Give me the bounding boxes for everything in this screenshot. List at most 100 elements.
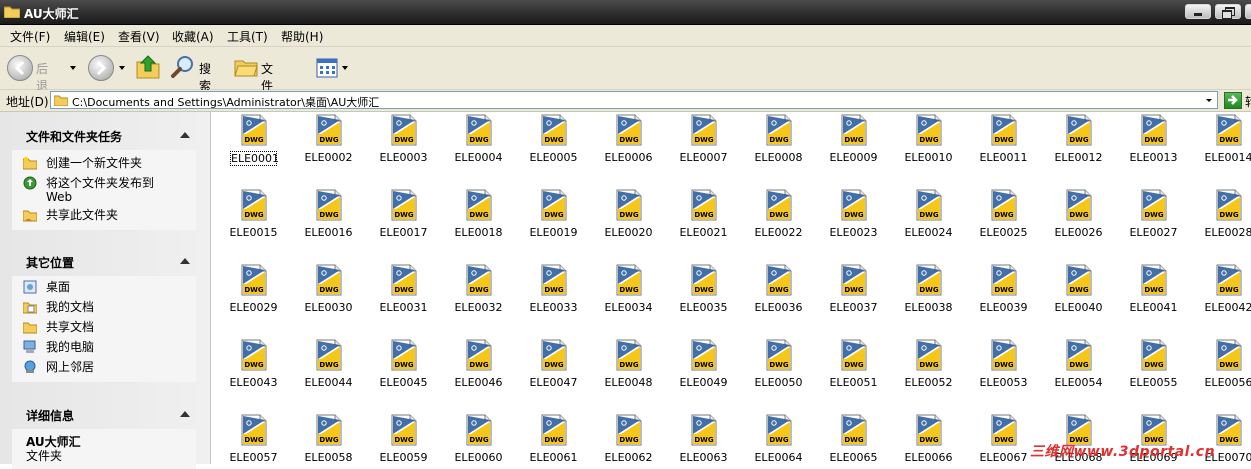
section-header[interactable]: 其它位置 (26, 254, 74, 271)
file-item[interactable]: DWG ELE0030 (291, 262, 366, 337)
file-item[interactable]: DWG ELE0019 (516, 187, 591, 262)
menu-help[interactable]: 帮助(H) (281, 28, 323, 45)
collapse-icon[interactable] (180, 411, 190, 417)
svg-text:DWG: DWG (994, 136, 1014, 144)
menu-favorites[interactable]: 收藏(A) (172, 28, 214, 45)
menu-tools[interactable]: 工具(T) (227, 28, 268, 45)
file-item[interactable]: DWG ELE0024 (891, 187, 966, 262)
file-item[interactable]: DWG ELE0064 (741, 412, 816, 464)
file-item[interactable]: DWG ELE0001 (216, 112, 291, 187)
collapse-icon[interactable] (180, 132, 190, 138)
svg-text:DWG: DWG (319, 136, 339, 144)
minimize-button[interactable] (1185, 4, 1211, 19)
file-item[interactable]: DWG ELE0021 (666, 187, 741, 262)
menu-view[interactable]: 查看(V) (118, 28, 160, 45)
file-item[interactable]: DWG ELE0014 (1191, 112, 1251, 187)
file-item[interactable]: DWG ELE0011 (966, 112, 1041, 187)
file-item[interactable]: DWG ELE0062 (591, 412, 666, 464)
section-header[interactable]: 文件和文件夹任务 (26, 128, 122, 145)
file-item[interactable]: DWG ELE0050 (741, 337, 816, 412)
file-item[interactable]: DWG ELE0008 (741, 112, 816, 187)
address-input[interactable]: C:\Documents and Settings\Administrator\… (50, 91, 1218, 109)
file-item[interactable]: DWG ELE0016 (291, 187, 366, 262)
dwg-file-icon: DWG (616, 264, 642, 296)
file-item[interactable]: DWG ELE0057 (216, 412, 291, 464)
file-item[interactable]: DWG ELE0013 (1116, 112, 1191, 187)
file-item[interactable]: DWG ELE0059 (366, 412, 441, 464)
file-item[interactable]: DWG ELE0042 (1191, 262, 1251, 337)
folder-up-icon (136, 55, 160, 79)
file-name: ELE0053 (979, 376, 1028, 389)
file-item[interactable]: DWG ELE0036 (741, 262, 816, 337)
close-button[interactable] (1245, 4, 1251, 19)
file-item[interactable]: DWG ELE0037 (816, 262, 891, 337)
file-item[interactable]: DWG ELE0023 (816, 187, 891, 262)
svg-text:DWG: DWG (919, 136, 939, 144)
restore-button[interactable] (1215, 4, 1241, 19)
file-item[interactable]: DWG ELE0032 (441, 262, 516, 337)
file-name: ELE0042 (1204, 301, 1251, 314)
go-label[interactable]: 转 (1245, 93, 1251, 110)
file-item[interactable]: DWG ELE0053 (966, 337, 1041, 412)
menu-file[interactable]: 文件(F) (10, 28, 50, 45)
file-name: ELE0057 (229, 451, 278, 464)
file-item[interactable]: DWG ELE0035 (666, 262, 741, 337)
file-item[interactable]: DWG ELE0002 (291, 112, 366, 187)
file-item[interactable]: DWG ELE0065 (816, 412, 891, 464)
file-item[interactable]: DWG ELE0063 (666, 412, 741, 464)
file-item[interactable]: DWG ELE0049 (666, 337, 741, 412)
file-item[interactable]: DWG ELE0017 (366, 187, 441, 262)
file-item[interactable]: DWG ELE0015 (216, 187, 291, 262)
file-item[interactable]: DWG ELE0056 (1191, 337, 1251, 412)
file-item[interactable]: DWG ELE0033 (516, 262, 591, 337)
file-item[interactable]: DWG ELE0003 (366, 112, 441, 187)
file-item[interactable]: DWG ELE0061 (516, 412, 591, 464)
go-button[interactable] (1224, 92, 1242, 109)
file-item[interactable]: DWG ELE0046 (441, 337, 516, 412)
file-item[interactable]: DWG ELE0044 (291, 337, 366, 412)
file-item[interactable]: DWG ELE0025 (966, 187, 1041, 262)
svg-text:DWG: DWG (994, 286, 1014, 294)
address-bar: 地址(D) C:\Documents and Settings\Administ… (0, 90, 1251, 112)
file-item[interactable]: DWG ELE0029 (216, 262, 291, 337)
place-label: 我的电脑 (46, 340, 95, 354)
file-item[interactable]: DWG ELE0052 (891, 337, 966, 412)
file-item[interactable]: DWG ELE0060 (441, 412, 516, 464)
file-name: ELE0062 (604, 451, 653, 464)
file-item[interactable]: DWG ELE0047 (516, 337, 591, 412)
file-item[interactable]: DWG ELE0007 (666, 112, 741, 187)
file-item[interactable]: DWG ELE0010 (891, 112, 966, 187)
file-item[interactable]: DWG ELE0012 (1041, 112, 1116, 187)
svg-text:DWG: DWG (544, 136, 564, 144)
file-item[interactable]: DWG ELE0020 (591, 187, 666, 262)
file-item[interactable]: DWG ELE0051 (816, 337, 891, 412)
up-folder-button[interactable] (136, 54, 160, 82)
chevron-down-icon[interactable] (1202, 93, 1216, 107)
file-item[interactable]: DWG ELE0055 (1116, 337, 1191, 412)
file-item[interactable]: DWG ELE0048 (591, 337, 666, 412)
file-item[interactable]: DWG ELE0043 (216, 337, 291, 412)
file-item[interactable]: DWG ELE0034 (591, 262, 666, 337)
menu-edit[interactable]: 编辑(E) (64, 28, 105, 45)
collapse-icon[interactable] (180, 258, 190, 264)
file-item[interactable]: DWG ELE0066 (891, 412, 966, 464)
file-item[interactable]: DWG ELE0022 (741, 187, 816, 262)
file-item[interactable]: DWG ELE0058 (291, 412, 366, 464)
file-item[interactable]: DWG ELE0004 (441, 112, 516, 187)
file-item[interactable]: DWG ELE0006 (591, 112, 666, 187)
file-item[interactable]: DWG ELE0027 (1116, 187, 1191, 262)
file-item[interactable]: DWG ELE0005 (516, 112, 591, 187)
file-name: ELE0029 (229, 301, 278, 314)
file-item[interactable]: DWG ELE0039 (966, 262, 1041, 337)
file-item[interactable]: DWG ELE0038 (891, 262, 966, 337)
file-item[interactable]: DWG ELE0040 (1041, 262, 1116, 337)
file-item[interactable]: DWG ELE0026 (1041, 187, 1116, 262)
file-item[interactable]: DWG ELE0041 (1116, 262, 1191, 337)
section-header[interactable]: 详细信息 (26, 407, 74, 424)
file-item[interactable]: DWG ELE0018 (441, 187, 516, 262)
file-item[interactable]: DWG ELE0009 (816, 112, 891, 187)
file-item[interactable]: DWG ELE0031 (366, 262, 441, 337)
file-item[interactable]: DWG ELE0054 (1041, 337, 1116, 412)
file-item[interactable]: DWG ELE0028 (1191, 187, 1251, 262)
file-item[interactable]: DWG ELE0045 (366, 337, 441, 412)
